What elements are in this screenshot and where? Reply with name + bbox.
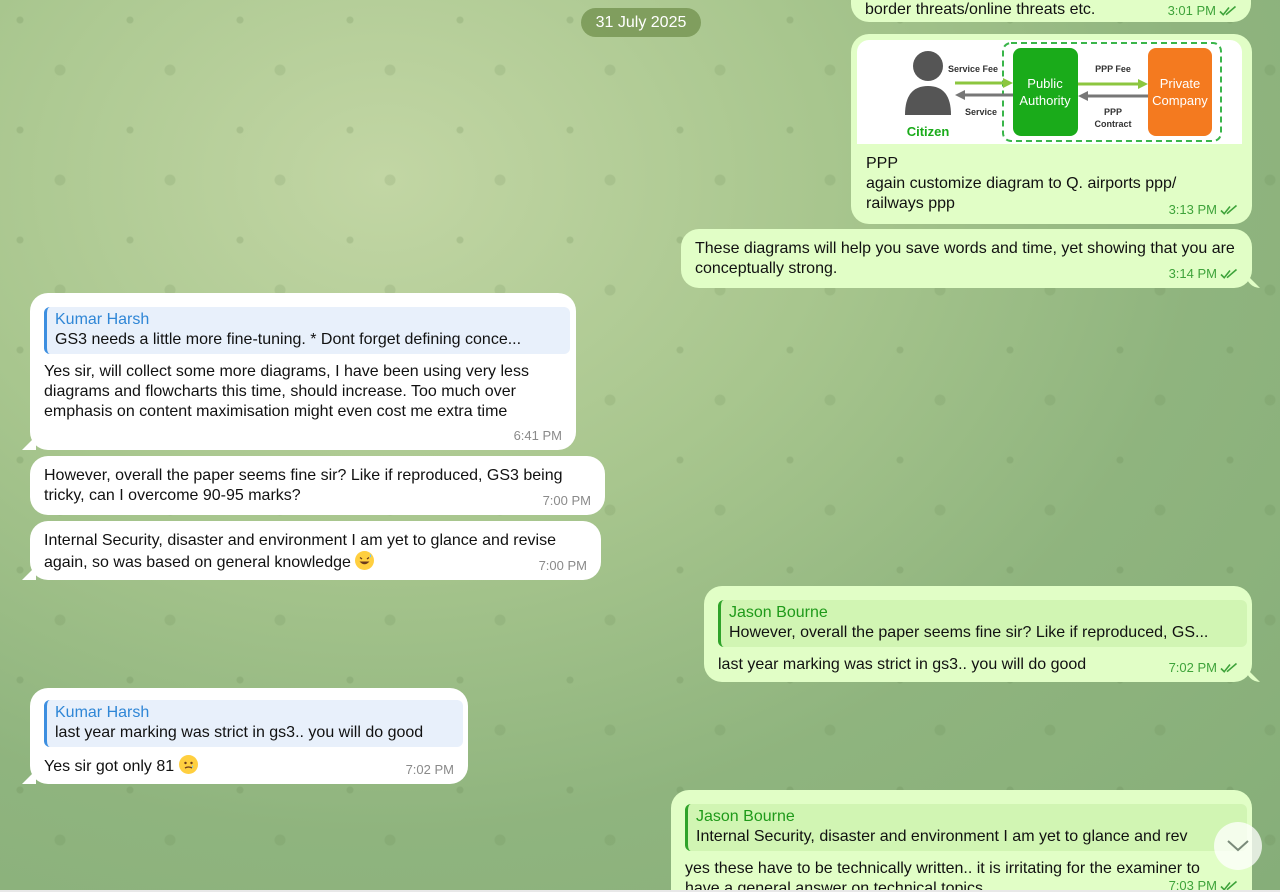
reply-quote[interactable]: Jason Bourne Internal Security, disaster… [685,804,1247,851]
ppp-fee-label: PPP Fee [1095,64,1131,74]
private-company-line1: Private [1160,76,1200,91]
ppp-diagram: Citizen Service Fee Service Public Autho… [905,42,1222,142]
reply-author: Kumar Harsh [55,704,150,721]
message-meta: 7:02 PM [1169,660,1238,676]
reply-text: GS3 needs a little more fine-tuning. * D… [55,331,522,348]
message-time: 7:00 PM [538,558,587,573]
reply-text: However, overall the paper seems fine si… [729,624,1209,641]
reply-quote[interactable]: Jason Bourne However, overall the paper … [718,600,1247,647]
message-text: last year marking was strict in gs3.. yo… [718,656,1087,673]
double-check-icon [1220,204,1238,215]
message-bubble-with-image[interactable]: Citizen Service Fee Service Public Autho… [851,34,1252,224]
reply-quote[interactable]: Kumar Harsh last year marking was strict… [44,700,463,747]
message-text: Internal Security, disaster and environm… [44,531,587,573]
caption-line: again customize diagram to Q. airports p… [866,175,1177,192]
message-bubble[interactable]: Jason Bourne Internal Security, disaster… [671,790,1252,892]
chevron-down-icon [1227,840,1249,852]
scroll-to-bottom-button[interactable] [1214,822,1262,870]
message-meta: 3:01 PM [1168,3,1237,19]
message-meta: 3:13 PM [1169,202,1238,218]
service-label: Service [965,107,997,117]
grinning-sweat-emoji-icon [355,551,375,570]
message-text-body: Yes sir got only 81 [44,758,175,775]
private-company-line2: Company [1152,93,1208,108]
message-text: However, overall the paper seems fine si… [44,467,563,504]
message-bubble[interactable]: However, overall the paper seems fine si… [30,456,605,515]
message-meta: 6:41 PM [514,428,562,444]
ppp-contract-line2: Contract [1094,119,1131,129]
reply-text: last year marking was strict in gs3.. yo… [55,724,424,741]
ppp-diagram-image[interactable]: Citizen Service Fee Service Public Autho… [857,40,1242,144]
message-time: 3:14 PM [1168,266,1217,281]
message-time: 7:02 PM [405,762,454,777]
message-time: 7:02 PM [1168,660,1217,675]
message-meta: 7:02 PM [406,762,454,778]
message-time: 3:01 PM [1167,3,1216,18]
citizen-label: Citizen [907,124,950,139]
public-authority-line2: Authority [1019,93,1071,108]
message-bubble[interactable]: These diagrams will help you save words … [681,229,1252,288]
date-separator: 31 July 2025 [581,8,701,37]
message-time: 7:00 PM [542,493,591,508]
message-text: Yes sir got only 81 [44,755,454,777]
ppp-contract-line1: PPP [1104,107,1122,117]
double-check-icon [1219,5,1237,16]
double-check-icon [1220,662,1238,673]
chat-area[interactable]: 31 July 2025 border threats/online threa… [0,0,1280,892]
message-bubble[interactable]: Jason Bourne However, overall the paper … [704,586,1252,682]
message-bubble[interactable]: border threats/online threats etc. 3:01 … [851,0,1251,22]
double-check-icon [1220,268,1238,279]
public-authority-line1: Public [1027,76,1063,91]
message-meta: 7:00 PM [539,558,587,574]
reply-author: Jason Bourne [729,604,828,621]
message-meta: 3:14 PM [1169,266,1238,282]
message-time: 3:13 PM [1168,202,1217,217]
message-text: These diagrams will help you save words … [695,240,1235,277]
caption-line: PPP [866,155,899,172]
message-text-body: Internal Security, disaster and environm… [44,532,556,571]
reply-author: Kumar Harsh [55,311,150,328]
message-meta: 7:00 PM [543,493,591,509]
tearful-smile-emoji-icon [178,755,198,774]
message-time: 6:41 PM [513,428,562,443]
reply-author: Jason Bourne [696,808,795,825]
message-bubble[interactable]: Kumar Harsh GS3 needs a little more fine… [30,293,576,450]
message-text: Yes sir, will collect some more diagrams… [44,363,529,420]
reply-text: Internal Security, disaster and environm… [696,828,1188,845]
message-bubble[interactable]: Internal Security, disaster and environm… [30,521,601,580]
service-fee-label: Service Fee [948,64,998,74]
reply-quote[interactable]: Kumar Harsh GS3 needs a little more fine… [44,307,570,354]
message-text: yes these have to be technically written… [685,860,1200,892]
message-bubble[interactable]: Kumar Harsh last year marking was strict… [30,688,468,784]
